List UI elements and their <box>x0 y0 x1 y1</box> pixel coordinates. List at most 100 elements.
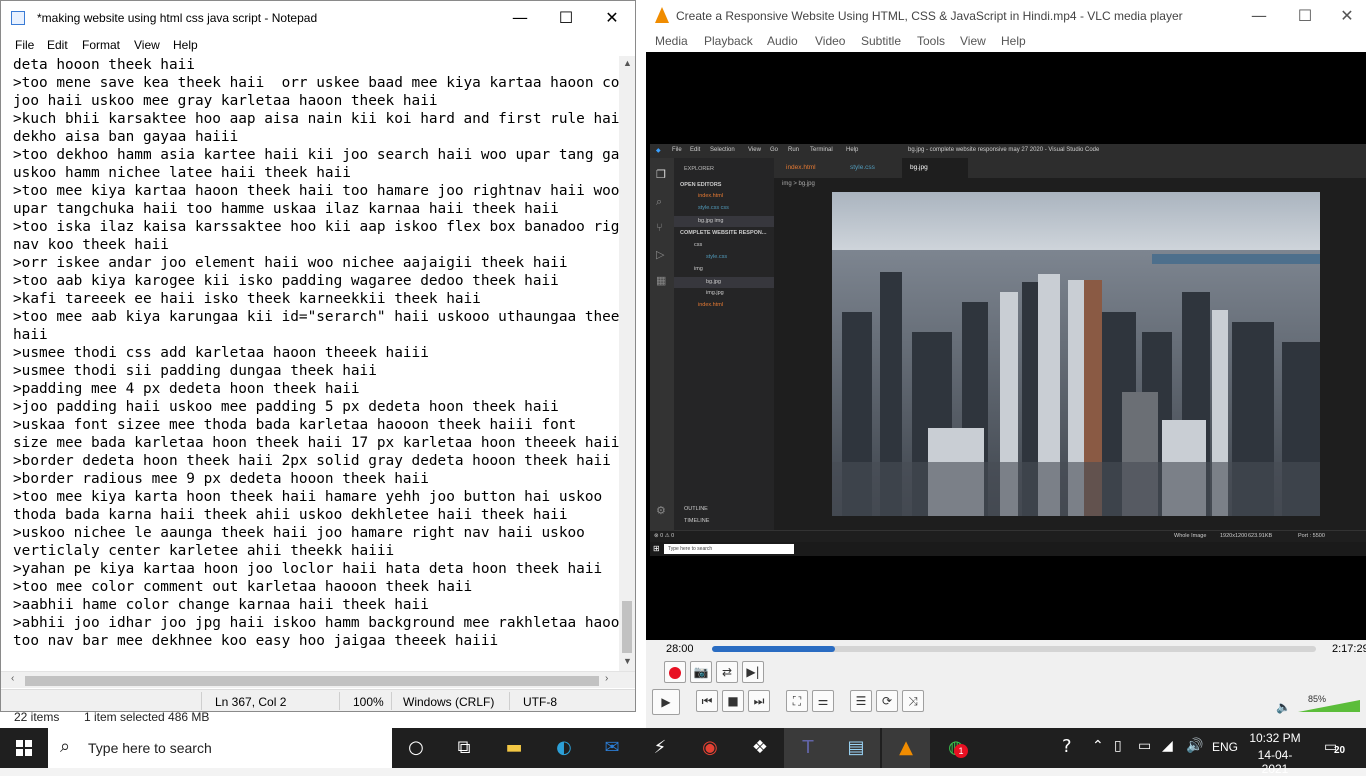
vscode-logo-icon: ◆ <box>656 148 661 154</box>
vs-tab: style.css <box>850 164 875 171</box>
scroll-left-icon[interactable]: ‹ <box>11 673 14 684</box>
menu-file[interactable]: File <box>15 38 34 52</box>
horizontal-scroll-thumb[interactable] <box>25 676 599 686</box>
next-button[interactable]: ⏭ <box>748 690 770 712</box>
text-line: >uskoo nichee le aaunga theek haii joo h… <box>13 525 585 541</box>
device-icon[interactable]: ▯ <box>1114 738 1122 754</box>
speaker-icon[interactable]: 🔊 <box>1186 738 1203 754</box>
vs-menu-item: View <box>748 147 761 153</box>
files-icon: ❐ <box>656 169 666 181</box>
loop-button[interactable]: ⟳ <box>876 690 898 712</box>
app-icon[interactable]: ⚡ <box>636 728 684 768</box>
vertical-scroll-thumb[interactable] <box>622 601 632 653</box>
text-line: >too aab kiya karogee kii isko padding w… <box>13 273 559 289</box>
clock-time[interactable]: 10:32 PM <box>1245 731 1305 745</box>
notepad-title-bar[interactable]: *making website using html css java scri… <box>1 1 635 35</box>
scroll-up-icon[interactable]: ▲ <box>623 58 632 68</box>
line-ending: Windows (CRLF) <box>403 695 495 709</box>
close-icon[interactable]: ✕ <box>589 1 635 35</box>
text-line: >too iska ilaz kaisa karssaktee hoo kii … <box>13 219 619 235</box>
text-line: >joo padding haii uskoo mee padding 5 px… <box>13 399 559 415</box>
mail-icon[interactable]: ✉ <box>588 728 636 768</box>
vlc-menu-subtitle[interactable]: Subtitle <box>861 34 901 48</box>
edge-icon[interactable]: ◐ <box>540 728 588 768</box>
video-start-icon: ⊞ <box>653 544 660 553</box>
record-button[interactable] <box>664 661 686 683</box>
file-explorer-icon[interactable]: ▬ <box>490 728 538 768</box>
text-line: deta hooon theek haii <box>13 57 195 73</box>
minimize-icon[interactable]: — <box>1236 0 1282 31</box>
help-icon[interactable]: ? <box>1062 736 1072 757</box>
city-skyline-graphic <box>832 192 1320 516</box>
text-line: >too mene save kea theek haii orr uskee … <box>13 75 619 91</box>
text-line: >usmee thodi sii padding dungaa theek ha… <box>13 363 377 379</box>
volume-icon[interactable]: 🔈 <box>1276 700 1291 714</box>
menu-format[interactable]: Format <box>82 38 120 52</box>
notepad-menu-bar: File Edit Format View Help <box>1 35 635 55</box>
notepad-text-area[interactable]: deta hooon theek haii >too mene save kea … <box>1 56 619 671</box>
cortana-icon[interactable]: ○ <box>392 728 440 768</box>
text-line: >padding mee 4 px dedeta hoon theek haii <box>13 381 360 397</box>
volume-slider[interactable] <box>1298 700 1360 712</box>
seek-bar[interactable] <box>712 646 1316 652</box>
menu-help[interactable]: Help <box>173 38 198 52</box>
notification-center-button[interactable]: ▭ 20 <box>1322 736 1348 760</box>
extended-settings-button[interactable]: ⚌ <box>812 690 834 712</box>
snapshot-button[interactable]: 📷 <box>690 661 712 683</box>
text-line: verticlaly center karletee ahii theekk h… <box>13 543 395 559</box>
vs-image-preview: img > bg.jpg <box>774 178 1366 530</box>
windows-taskbar: ⌕ Type here to search ○ ⧉ ▬ ◐ ✉ ⚡ ◉ ❖ T … <box>0 728 1366 776</box>
vs-tab: index.html <box>786 164 816 171</box>
dropbox-icon[interactable]: ❖ <box>736 728 784 768</box>
language-indicator[interactable]: ENG <box>1212 740 1238 754</box>
menu-edit[interactable]: Edit <box>47 38 68 52</box>
vlc-menu-help[interactable]: Help <box>1001 34 1026 48</box>
loop-ab-button[interactable]: ⇄ <box>716 661 738 683</box>
maximize-icon[interactable]: ☐ <box>1282 0 1328 31</box>
vs-menu-item: File <box>672 147 682 153</box>
vertical-scrollbar[interactable]: ▲ ▼ <box>619 56 635 671</box>
shuffle-button[interactable]: ⤨ <box>902 690 924 712</box>
start-button[interactable] <box>0 728 48 768</box>
battery-icon[interactable]: ▭ <box>1138 738 1151 754</box>
vs-open-editor-active: bg.jpg img <box>674 216 774 227</box>
playlist-button[interactable]: ☰ <box>850 690 872 712</box>
vlc-menu-bar: Media Playback Audio Video Subtitle Tool… <box>646 31 1366 52</box>
text-line: >too mee kiya karta hoon theek haii hama… <box>13 489 603 505</box>
vlc-menu-video[interactable]: Video <box>815 34 845 48</box>
vlc-cone-icon <box>655 7 669 23</box>
fullscreen-button[interactable]: ⛶ <box>786 690 808 712</box>
taskbar-search-box[interactable]: ⌕ Type here to search <box>48 728 392 768</box>
horizontal-scrollbar[interactable]: ‹ › <box>1 671 635 688</box>
text-line: >usmee thodi css add karletaa haoon thee… <box>13 345 429 361</box>
frame-by-frame-button[interactable]: ▶| <box>742 661 764 683</box>
task-view-icon[interactable]: ⧉ <box>440 728 488 768</box>
play-button[interactable]: ▶ <box>652 689 680 715</box>
minimize-icon[interactable]: — <box>497 1 543 35</box>
chevron-up-icon[interactable]: ⌃ <box>1092 738 1104 754</box>
vlc-menu-playback[interactable]: Playback <box>704 34 753 48</box>
vlc-menu-view[interactable]: View <box>960 34 986 48</box>
chrome-icon[interactable]: ◉ <box>686 728 734 768</box>
vlc-menu-audio[interactable]: Audio <box>767 34 798 48</box>
vlc-taskbar-icon[interactable]: ▲ <box>882 728 930 768</box>
vlc-menu-tools[interactable]: Tools <box>917 34 945 48</box>
video-windows-taskbar: ⊞ Type here to search <box>650 542 1366 556</box>
extensions-icon: ▦ <box>656 275 667 287</box>
text-line: nav koo theek haii <box>13 237 169 253</box>
teams-icon[interactable]: T <box>784 728 832 768</box>
scroll-right-icon[interactable]: › <box>605 673 608 684</box>
previous-button[interactable]: ⏮ <box>696 690 718 712</box>
network-icon[interactable]: ◢ <box>1162 738 1173 754</box>
vlc-menu-media[interactable]: Media <box>655 34 688 48</box>
scroll-down-icon[interactable]: ▼ <box>623 656 632 666</box>
notepad-taskbar-icon[interactable]: ▤ <box>832 728 880 768</box>
maximize-icon[interactable]: ☐ <box>543 1 589 35</box>
stop-button[interactable]: ■ <box>722 690 744 712</box>
close-icon[interactable]: ✕ <box>1328 0 1366 31</box>
menu-view[interactable]: View <box>134 38 160 52</box>
vlc-title-bar[interactable]: Create a Responsive Website Using HTML, … <box>646 0 1366 31</box>
vlc-video-area[interactable]: ◆ File Edit Selection View Go Run Termin… <box>646 52 1366 640</box>
text-line: haii <box>13 327 48 343</box>
clock-date[interactable]: 14-04-2021 <box>1245 748 1305 776</box>
